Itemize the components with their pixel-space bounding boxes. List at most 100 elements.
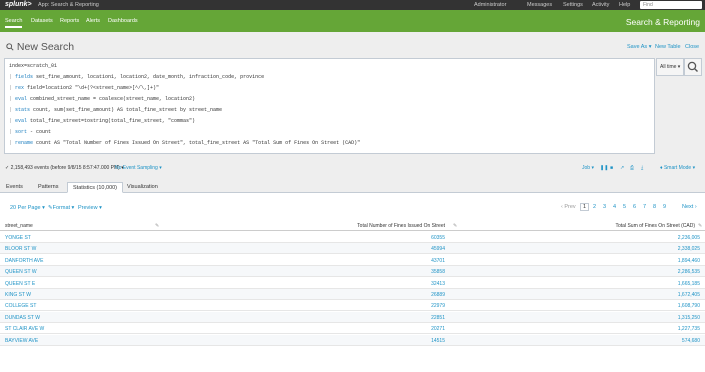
event-count: ✓ 2,158,493 events (before 9/8/15 8:57:4… bbox=[5, 165, 124, 171]
page-2[interactable]: 2 bbox=[593, 204, 596, 210]
cell-street-name[interactable]: BLOOR ST W bbox=[5, 246, 36, 252]
table-row[interactable]: DUNDAS ST W 22851 1,315,250 bbox=[0, 311, 705, 323]
page-4[interactable]: 4 bbox=[613, 204, 616, 210]
print-icon[interactable]: ⎙ bbox=[630, 165, 634, 171]
menu-settings[interactable]: Settings bbox=[563, 2, 583, 8]
menu-messages[interactable]: Messages bbox=[527, 2, 552, 8]
menu-activity[interactable]: Activity bbox=[592, 2, 609, 8]
table-row[interactable]: KING ST W 26889 1,672,405 bbox=[0, 289, 705, 300]
cell-street-name[interactable]: DANFORTH AVE bbox=[5, 258, 43, 264]
cell-fine-sum[interactable]: 1,894,460 bbox=[678, 258, 700, 264]
splunk-logo[interactable]: splunk> bbox=[5, 1, 32, 8]
preview-dropdown[interactable]: Preview ▾ bbox=[78, 205, 102, 211]
next-page-button[interactable]: Next › bbox=[682, 204, 697, 210]
export-icon[interactable]: ⤓ bbox=[641, 165, 643, 171]
find-input[interactable]: Find bbox=[640, 1, 702, 9]
cell-fine-sum[interactable]: 2,236,005 bbox=[678, 235, 700, 241]
menu-help[interactable]: Help bbox=[619, 2, 630, 8]
job-menu[interactable]: Job ▾ bbox=[582, 165, 594, 171]
cell-fine-count[interactable]: 60355 bbox=[431, 235, 445, 241]
nav-dashboards[interactable]: Dashboards bbox=[108, 18, 138, 24]
tab-statistics[interactable]: Statistics (10,000) bbox=[67, 182, 124, 193]
cell-fine-count[interactable]: 14515 bbox=[431, 338, 445, 344]
table-row[interactable]: DANFORTH AVE 43701 1,894,460 bbox=[0, 255, 705, 266]
cell-street-name[interactable]: QUEEN ST W bbox=[5, 269, 37, 275]
table-header: street_name ✎ Total Number of Fines Issu… bbox=[0, 221, 705, 231]
search-button[interactable] bbox=[684, 58, 702, 76]
table-row[interactable]: YONGE ST 60355 2,236,005 bbox=[0, 232, 705, 243]
cell-fine-sum[interactable]: 1,665,185 bbox=[678, 281, 700, 287]
cell-fine-sum[interactable]: 574,680 bbox=[682, 338, 700, 344]
pause-icon[interactable]: ❚❚ bbox=[600, 165, 608, 171]
edit-column-icon[interactable]: ✎ bbox=[155, 223, 159, 229]
cell-street-name[interactable]: QUEEN ST E bbox=[5, 281, 35, 287]
cell-street-name[interactable]: KING ST W bbox=[5, 292, 31, 298]
tab-visualization[interactable]: Visualization bbox=[122, 182, 163, 193]
cell-fine-sum[interactable]: 1,608,790 bbox=[678, 303, 700, 309]
table-row[interactable]: QUEEN ST E 32413 1,665,185 bbox=[0, 278, 705, 289]
page-header: New Search Save As ▾ New Table Close bbox=[0, 32, 705, 58]
cell-fine-count[interactable]: 32413 bbox=[431, 281, 445, 287]
cell-fine-count[interactable]: 35858 bbox=[431, 269, 445, 275]
table-row[interactable]: BAYVIEW AVE 14515 574,680 bbox=[0, 334, 705, 346]
smart-mode-dropdown[interactable]: ♦ Smart Mode ▾ bbox=[660, 165, 695, 171]
nav-alerts[interactable]: Alerts bbox=[86, 18, 100, 24]
cell-fine-sum[interactable]: 1,227,735 bbox=[678, 326, 700, 332]
table-row[interactable]: QUEEN ST W 35858 2,286,535 bbox=[0, 266, 705, 278]
nav-datasets[interactable]: Datasets bbox=[31, 18, 53, 24]
column-header-street-name[interactable]: street_name bbox=[5, 223, 33, 229]
column-header-fine-sum[interactable]: Total Sum of Fines On Street (CAD) bbox=[616, 223, 695, 229]
column-header-fine-count[interactable]: Total Number of Fines Issued On Street bbox=[357, 223, 445, 229]
cell-fine-count[interactable]: 45994 bbox=[431, 246, 445, 252]
cell-fine-sum[interactable]: 1,672,405 bbox=[678, 292, 700, 298]
cell-fine-count[interactable]: 22851 bbox=[431, 315, 445, 321]
page-3[interactable]: 3 bbox=[603, 204, 606, 210]
app-menu[interactable]: App: Search & Reporting bbox=[38, 2, 99, 8]
prev-page-button[interactable]: ‹ Prev bbox=[561, 204, 576, 210]
page-8[interactable]: 8 bbox=[653, 204, 656, 210]
tab-patterns[interactable]: Patterns bbox=[33, 182, 63, 193]
event-sampling-dropdown[interactable]: No Event Sampling ▾ bbox=[115, 165, 162, 171]
cell-street-name[interactable]: BAYVIEW AVE bbox=[5, 338, 38, 344]
close-link[interactable]: Close bbox=[685, 44, 699, 50]
cell-fine-sum[interactable]: 2,286,535 bbox=[678, 269, 700, 275]
cell-fine-sum[interactable]: 2,338,025 bbox=[678, 246, 700, 252]
search-editor[interactable]: index=scratch_01 | fields set_fine_amoun… bbox=[4, 58, 655, 154]
page-7[interactable]: 7 bbox=[643, 204, 646, 210]
format-dropdown[interactable]: ✎Format ▾ bbox=[48, 205, 74, 211]
app-bar: Search Datasets Reports Alerts Dashboard… bbox=[0, 10, 705, 32]
cell-street-name[interactable]: DUNDAS ST W bbox=[5, 315, 40, 321]
cell-street-name[interactable]: ST CLAIR AVE W bbox=[5, 326, 44, 332]
edit-column-icon[interactable]: ✎ bbox=[453, 223, 457, 229]
nav-search[interactable]: Search bbox=[5, 18, 23, 28]
nav-reports[interactable]: Reports bbox=[60, 18, 79, 24]
stop-icon[interactable]: ■ bbox=[610, 165, 613, 171]
search-line: | fields set_fine_amount, location1, loc… bbox=[9, 74, 265, 80]
page-1[interactable]: 1 bbox=[580, 203, 590, 211]
cell-fine-count[interactable]: 22979 bbox=[431, 303, 445, 309]
page-6[interactable]: 6 bbox=[633, 204, 636, 210]
menu-administrator[interactable]: Administrator bbox=[474, 2, 506, 8]
table-row[interactable]: BLOOR ST W 45994 2,338,025 bbox=[0, 243, 705, 255]
table-row[interactable]: ST CLAIR AVE W 20271 1,227,735 bbox=[0, 323, 705, 335]
save-as-button[interactable]: Save As ▾ bbox=[627, 44, 651, 50]
new-table-link[interactable]: New Table bbox=[655, 44, 681, 50]
app-title: Search & Reporting bbox=[625, 17, 700, 27]
search-line: | stats count, sum(set_fine_amount) AS t… bbox=[9, 107, 223, 113]
table-row[interactable]: COLLEGE ST 22979 1,608,790 bbox=[0, 300, 705, 312]
cell-fine-sum[interactable]: 1,315,250 bbox=[678, 315, 700, 321]
search-line: index=scratch_01 bbox=[9, 63, 58, 69]
cell-fine-count[interactable]: 26889 bbox=[431, 292, 445, 298]
time-range-picker[interactable]: All time ▾ bbox=[656, 58, 684, 76]
page-9[interactable]: 9 bbox=[663, 204, 666, 210]
cell-fine-count[interactable]: 20271 bbox=[431, 326, 445, 332]
tab-events[interactable]: Events bbox=[1, 182, 28, 193]
page-5[interactable]: 5 bbox=[623, 204, 626, 210]
cell-fine-count[interactable]: 43701 bbox=[431, 258, 445, 264]
share-icon[interactable]: ↗ bbox=[620, 165, 624, 171]
edit-column-icon[interactable]: ✎ bbox=[698, 223, 702, 229]
cell-street-name[interactable]: YONGE ST bbox=[5, 235, 31, 241]
statistics-panel: 20 Per Page ▾ ✎Format ▾ Preview ▾ ‹ Prev… bbox=[0, 193, 705, 372]
per-page-dropdown[interactable]: 20 Per Page ▾ bbox=[10, 205, 45, 211]
cell-street-name[interactable]: COLLEGE ST bbox=[5, 303, 36, 309]
